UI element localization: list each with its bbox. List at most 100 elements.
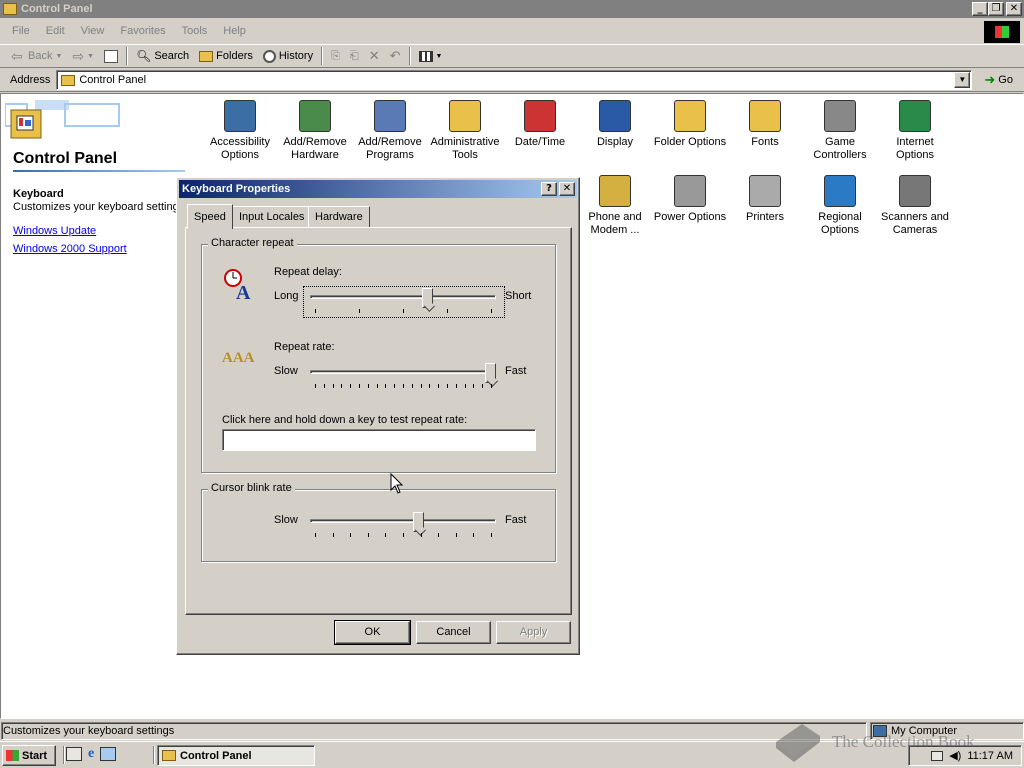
forward-arrow-icon: ⇨ bbox=[72, 47, 85, 64]
repeat-delay-slider[interactable] bbox=[303, 286, 505, 318]
go-button[interactable]: ➜ Go bbox=[980, 70, 1017, 90]
regional-options-icon bbox=[824, 175, 856, 207]
cp-item-add-remove-hardware[interactable]: Add/Remove Hardware bbox=[277, 100, 353, 162]
cancel-button[interactable]: Cancel bbox=[416, 621, 491, 644]
cursor-blink-group: Cursor blink rate Slow Fast bbox=[201, 482, 556, 562]
menu-favorites[interactable]: Favorites bbox=[112, 25, 173, 37]
internet-explorer-icon[interactable]: e bbox=[88, 747, 94, 761]
title-underline bbox=[13, 170, 185, 172]
power-options-icon bbox=[674, 175, 706, 207]
minimize-button[interactable]: _ bbox=[972, 2, 988, 16]
slider-ticks bbox=[315, 309, 492, 314]
slider-ticks bbox=[315, 533, 492, 538]
menu-view[interactable]: View bbox=[73, 25, 113, 37]
cursor-blink-max-label: Fast bbox=[505, 514, 527, 526]
cp-item-folder-options[interactable]: Folder Options bbox=[652, 100, 728, 149]
book-icon bbox=[776, 724, 820, 762]
restore-button[interactable]: ❐ bbox=[988, 2, 1004, 16]
slider-tick bbox=[438, 533, 440, 537]
slider-tick bbox=[385, 533, 387, 537]
cp-item-regional-options[interactable]: Regional Options bbox=[802, 175, 878, 237]
slider-tick bbox=[315, 384, 316, 388]
repeat-rate-thumb[interactable] bbox=[485, 363, 496, 383]
slider-tick bbox=[403, 309, 404, 313]
dialog-close-button[interactable]: ✕ bbox=[559, 182, 575, 196]
dialog-title-bar[interactable]: Keyboard Properties ? ✕ bbox=[179, 180, 577, 198]
repeat-rate-icon: AAA bbox=[222, 350, 255, 365]
quick-launch: e bbox=[66, 747, 117, 761]
cursor-blink-thumb[interactable] bbox=[413, 512, 425, 532]
slider-tick bbox=[438, 384, 440, 388]
slider-tick bbox=[367, 533, 369, 537]
show-desktop-icon[interactable] bbox=[66, 747, 82, 761]
repeat-rate-min-label: Slow bbox=[274, 365, 298, 377]
menu-tools[interactable]: Tools bbox=[174, 25, 216, 37]
cp-item-label: Options bbox=[821, 224, 859, 236]
taskbar-separator bbox=[63, 746, 65, 764]
move-to-button[interactable]: ⎘ bbox=[326, 46, 345, 66]
toolbar: ⇦ Back ▼ ⇨ ▼ 🔍︎ Search Folders History ⎘… bbox=[0, 44, 1024, 68]
address-dropdown-button[interactable]: ▼ bbox=[954, 72, 971, 88]
forward-button[interactable]: ⇨ ▼ bbox=[67, 46, 99, 66]
up-folder-button[interactable] bbox=[99, 46, 123, 66]
tab-input-locales[interactable]: Input Locales bbox=[232, 206, 312, 227]
back-arrow-icon: ⇦ bbox=[11, 47, 23, 64]
cp-item-label: Options bbox=[896, 149, 934, 161]
copy-to-button[interactable]: ⎗ bbox=[345, 46, 364, 66]
menu-file[interactable]: File bbox=[4, 25, 38, 37]
start-button[interactable]: Start bbox=[2, 745, 56, 766]
slider-tick bbox=[482, 384, 484, 388]
cp-item-add-remove-programs[interactable]: Add/Remove Programs bbox=[352, 100, 428, 162]
undo-button[interactable]: ↶ bbox=[385, 46, 406, 66]
menu-help[interactable]: Help bbox=[215, 25, 254, 37]
cp-item-label: Printers bbox=[746, 211, 784, 223]
cp-item-printers[interactable]: Printers bbox=[727, 175, 803, 224]
cp-item-accessibility[interactable]: Accessibility Options bbox=[202, 100, 278, 162]
address-input[interactable]: Control Panel ▼ bbox=[56, 70, 973, 90]
cp-item-game-controllers[interactable]: Game Controllers bbox=[802, 100, 878, 162]
views-button[interactable]: ▼ bbox=[414, 46, 448, 66]
selected-item-description: Customizes your keyboard setting bbox=[13, 201, 179, 213]
back-button[interactable]: ⇦ Back ▼ bbox=[6, 46, 67, 66]
tab-hardware[interactable]: Hardware bbox=[308, 206, 370, 227]
cursor-blink-slider[interactable] bbox=[304, 511, 504, 541]
cp-item-label: Fonts bbox=[751, 136, 779, 148]
slider-tick bbox=[464, 384, 466, 388]
tab-speed[interactable]: Speed bbox=[187, 204, 233, 229]
close-button[interactable]: ✕ bbox=[1006, 2, 1022, 16]
taskbar-button-control-panel[interactable]: Control Panel bbox=[157, 745, 315, 766]
search-button[interactable]: 🔍︎ Search bbox=[131, 46, 194, 66]
cp-item-display[interactable]: Display bbox=[577, 100, 653, 149]
title-bar[interactable]: Control Panel _ ❐ ✕ bbox=[0, 0, 1024, 18]
apply-button[interactable]: Apply bbox=[496, 621, 571, 644]
cp-item-power-options[interactable]: Power Options bbox=[652, 175, 728, 224]
repeat-rate-slider[interactable] bbox=[304, 362, 504, 392]
history-button[interactable]: History bbox=[258, 46, 318, 66]
delete-button[interactable]: ✕ bbox=[364, 46, 385, 66]
cp-item-internet-options[interactable]: Internet Options bbox=[877, 100, 953, 162]
administrative-tools-icon bbox=[449, 100, 481, 132]
cp-item-fonts[interactable]: Fonts bbox=[727, 100, 803, 149]
help-button[interactable]: ? bbox=[541, 182, 557, 196]
delete-icon: ✕ bbox=[368, 48, 380, 63]
control-panel-icon bbox=[162, 750, 176, 761]
add-remove-programs-icon bbox=[374, 100, 406, 132]
slider-tick bbox=[411, 384, 413, 388]
move-to-icon: ⎘ bbox=[331, 49, 340, 62]
toolbar-separator bbox=[321, 47, 324, 65]
ok-button[interactable]: OK bbox=[334, 620, 411, 645]
slider-tick bbox=[323, 384, 325, 388]
folders-button[interactable]: Folders bbox=[194, 46, 258, 66]
windows-update-link[interactable]: Windows Update bbox=[13, 225, 96, 237]
test-repeat-input[interactable] bbox=[222, 429, 536, 451]
cp-item-administrative-tools[interactable]: Administrative Tools bbox=[427, 100, 503, 162]
menu-edit[interactable]: Edit bbox=[38, 25, 73, 37]
cp-item-phone-modem[interactable]: Phone and Modem ... bbox=[577, 175, 653, 237]
repeat-delay-thumb[interactable] bbox=[422, 288, 433, 308]
cp-item-scanners-cameras[interactable]: Scanners and Cameras bbox=[877, 175, 953, 237]
windows-2000-support-link[interactable]: Windows 2000 Support bbox=[13, 243, 127, 255]
history-icon bbox=[262, 49, 276, 63]
toolbar-separator bbox=[408, 47, 411, 65]
cp-item-date-time[interactable]: Date/Time bbox=[502, 100, 578, 149]
outlook-express-icon[interactable] bbox=[100, 747, 117, 761]
